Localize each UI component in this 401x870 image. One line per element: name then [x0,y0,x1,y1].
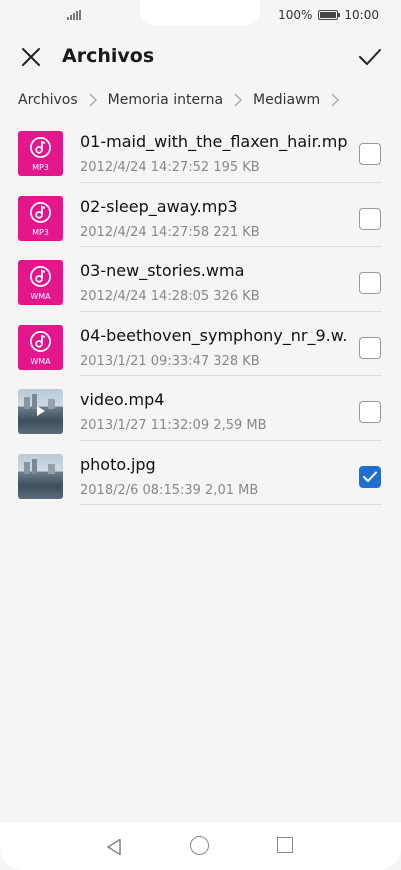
file-name: 02-sleep_away.mp3 [80,196,238,216]
system-navigation-bar [0,822,401,870]
circle-home-icon[interactable] [190,836,209,855]
app-header: Archivos [0,32,401,84]
file-list: MP3 01-maid_with_the_flaxen_hair.mp3 201… [0,118,401,505]
music-note-icon [30,266,51,287]
breadcrumb-item-memoria-interna[interactable]: Memoria interna [108,92,223,108]
divider [80,504,382,505]
audio-file-thumbnail: WMA [18,324,63,370]
square-recent-icon[interactable] [277,837,293,853]
file-meta: 2012/4/24 14:27:58 221 KB [80,224,260,240]
close-icon [22,48,40,66]
file-row[interactable]: video.mp4 2013/1/27 11:32:09 2,59 MB [0,376,401,441]
checkmark-icon [363,471,377,482]
file-meta: 2013/1/21 09:33:47 328 KB [80,353,260,369]
file-row[interactable]: MP3 02-sleep_away.mp3 2012/4/24 14:27:58… [0,183,401,247]
page-title: Archivos [62,45,155,67]
battery-percent: 100% [278,8,313,22]
file-row[interactable]: photo.jpg 2018/2/6 08:15:39 2,01 MB [0,441,401,505]
select-checkbox[interactable] [359,272,381,294]
breadcrumb-item-mediawm[interactable]: Mediawm [253,92,320,108]
file-name: photo.jpg [80,454,156,474]
music-note-icon [30,201,51,223]
select-checkbox-checked[interactable] [359,465,381,488]
close-button[interactable] [18,44,44,70]
file-type-label: WMA [30,356,51,366]
check-icon [359,49,381,65]
file-row[interactable]: WMA 03-new_stories.wma 2012/4/24 14:28:0… [0,247,401,312]
screen: 100% 10:00 Archivos Archivos Memoria int… [0,0,401,870]
select-checkbox[interactable] [359,401,381,423]
signal-icon [67,10,81,20]
music-note-icon [30,137,51,158]
file-meta: 2012/4/24 14:27:52 195 KB [80,160,260,175]
file-name: 04-beethoven_symphony_nr_9.w... [80,325,348,345]
select-checkbox[interactable] [359,207,381,230]
video-thumbnail [18,389,63,434]
notch [140,0,260,26]
status-right: 100% 10:00 [278,8,379,22]
file-meta: 2018/2/6 08:15:39 2,01 MB [80,482,259,498]
file-row[interactable]: WMA 04-beethoven_symphony_nr_9.w... 2013… [0,312,401,376]
breadcrumb: Archivos Memoria interna Mediawm [18,92,350,108]
select-checkbox[interactable] [359,143,381,165]
file-row[interactable]: MP3 01-maid_with_the_flaxen_hair.mp3 201… [0,118,401,183]
clock: 10:00 [344,8,379,22]
file-type-label: WMA [30,292,51,301]
audio-file-thumbnail: WMA [18,260,63,305]
file-meta: 2013/1/27 11:32:09 2,59 MB [80,418,267,433]
confirm-button[interactable] [357,44,383,70]
battery-icon [318,10,341,20]
status-bar: 100% 10:00 [0,0,401,32]
breadcrumb-item-archivos[interactable]: Archivos [18,92,78,108]
chevron-right-icon [234,93,243,107]
photo-thumbnail [18,453,63,499]
file-type-label: MP3 [32,163,49,172]
select-checkbox[interactable] [359,336,381,359]
audio-file-thumbnail: MP3 [18,131,63,176]
chevron-right-icon [89,93,97,107]
chevron-right-icon [331,93,340,107]
file-name: video.mp4 [80,390,165,409]
triangle-back-icon[interactable] [106,838,122,856]
music-note-icon [30,330,51,352]
file-name: 01-maid_with_the_flaxen_hair.mp3 [80,132,348,151]
file-type-label: MP3 [32,227,49,237]
file-name: 03-new_stories.wma [80,261,245,280]
audio-file-thumbnail: MP3 [18,195,63,241]
play-icon [37,406,45,416]
file-meta: 2012/4/24 14:28:05 326 KB [80,289,260,304]
